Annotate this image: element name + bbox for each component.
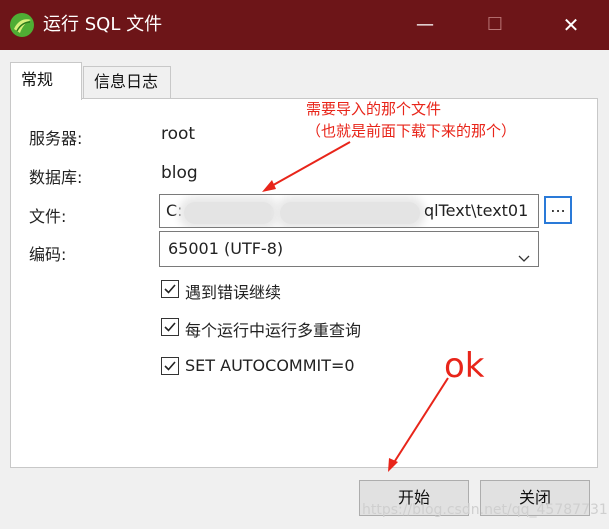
maximize-button[interactable]: ☐ xyxy=(472,8,518,42)
server-value: root xyxy=(161,124,196,144)
autocommit-checkbox[interactable] xyxy=(161,357,179,375)
file-label: 文件: xyxy=(29,207,67,226)
encoding-label: 编码: xyxy=(29,245,67,264)
browse-button[interactable]: ... xyxy=(544,196,572,224)
server-label: 服务器: xyxy=(29,129,83,148)
redaction-blur xyxy=(280,202,420,224)
tab-general[interactable]: 常规 xyxy=(10,62,82,100)
database-value: blog xyxy=(161,163,198,183)
run-sql-file-dialog: 运行 SQL 文件 — ☐ ✕ 常规 信息日志 服务器: root 数据库: b… xyxy=(0,0,609,529)
multiple-queries-checkbox[interactable] xyxy=(161,318,179,336)
title-bar: 运行 SQL 文件 — ☐ ✕ xyxy=(0,0,609,50)
navicat-app-icon xyxy=(9,12,35,38)
database-label: 数据库: xyxy=(29,168,83,187)
general-tab-panel: 服务器: root 数据库: blog 文件: C: qlText\text01… xyxy=(10,98,598,468)
encoding-value: 65001 (UTF-8) xyxy=(168,239,284,258)
continue-on-error-label: 遇到错误继续 xyxy=(185,283,282,302)
autocommit-label: SET AUTOCOMMIT=0 xyxy=(185,356,355,375)
close-window-button[interactable]: ✕ xyxy=(548,8,594,42)
redaction-blur xyxy=(184,202,274,224)
annotation-text-line2: （也就是前面下载下来的那个） xyxy=(306,122,517,140)
minimize-button[interactable]: — xyxy=(402,8,448,42)
file-path-prefix: C: xyxy=(166,201,183,220)
watermark: https://blog.csdn.net/qq_45787731 xyxy=(362,502,608,518)
annotation-ok: ok xyxy=(444,346,485,386)
window-title: 运行 SQL 文件 xyxy=(43,14,163,35)
file-path-input[interactable]: C: qlText\text01 xyxy=(159,194,539,228)
multiple-queries-label: 每个运行中运行多重查询 xyxy=(185,321,362,340)
continue-on-error-checkbox[interactable] xyxy=(161,280,179,298)
chevron-down-icon xyxy=(518,243,530,262)
encoding-select[interactable]: 65001 (UTF-8) xyxy=(159,231,539,267)
file-path-suffix: qlText\text01 xyxy=(424,201,529,220)
annotation-text-line1: 需要导入的那个文件 xyxy=(306,100,442,118)
tab-info-log[interactable]: 信息日志 xyxy=(83,66,171,100)
